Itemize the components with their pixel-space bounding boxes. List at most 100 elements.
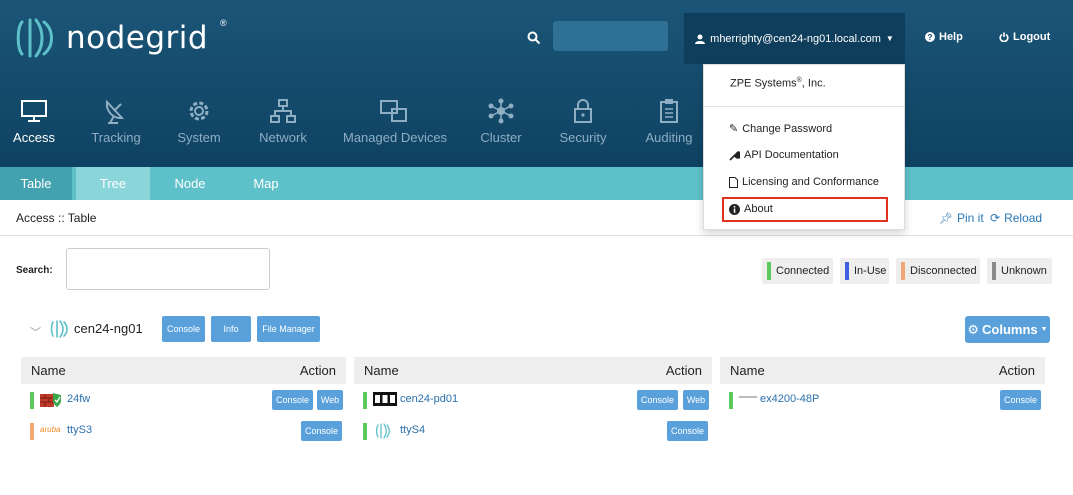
status-indicator <box>729 392 733 409</box>
nav-network[interactable]: Network <box>256 96 310 156</box>
nav-auditing-label: Auditing <box>645 130 693 145</box>
sub-tabs: Table Tree Node Map <box>0 167 1073 200</box>
console-button[interactable]: Console <box>667 421 708 441</box>
device-link-cen24-pd01[interactable]: cen24-pd01 <box>400 393 458 405</box>
nodegrid-logo[interactable]: nodegrid ® <box>14 16 227 60</box>
device-table-2: Name Action cen24-pd01 Console Web ttyS4… <box>354 357 712 446</box>
nav-auditing[interactable]: Auditing <box>644 96 694 156</box>
status-indicator <box>363 392 367 409</box>
help-link[interactable]: ? Help <box>925 31 963 43</box>
legend-in-use: In-Use <box>840 258 889 284</box>
nav-network-label: Network <box>259 130 307 145</box>
legend-swatch <box>901 262 905 280</box>
table-header: Name Action <box>354 357 712 384</box>
table-row: 24fw Console Web <box>21 384 346 415</box>
tab-tree[interactable]: Tree <box>76 167 150 200</box>
user-menu-label: mherrighty@cen24-ng01.local.com <box>710 32 881 45</box>
nodegrid-icon <box>376 423 390 439</box>
device-link-ttys4[interactable]: ttyS4 <box>400 424 425 436</box>
company-name-suffix: , Inc. <box>801 77 826 90</box>
web-button[interactable]: Web <box>317 390 343 410</box>
search-input[interactable] <box>66 248 270 290</box>
nav-access-label: Access <box>13 130 55 145</box>
pin-it-label: Pin it <box>956 211 984 225</box>
search-label: Search: <box>16 265 53 276</box>
table-row: ex4200-48P Console <box>720 384 1045 415</box>
legend-unknown: Unknown <box>987 258 1052 284</box>
console-button[interactable]: Console <box>637 390 678 410</box>
nav-tracking[interactable]: Tracking <box>88 96 144 156</box>
nav-managed-devices[interactable]: Managed Devices <box>343 96 447 156</box>
device-link-ttys3[interactable]: ttyS3 <box>67 424 92 436</box>
console-button[interactable]: Console <box>1000 390 1041 410</box>
pdu-icon <box>373 392 397 406</box>
tab-node[interactable]: Node <box>154 167 226 200</box>
nav-security-label: Security <box>559 130 607 145</box>
dropdown-divider <box>704 106 904 107</box>
legend-disconnected: Disconnected <box>896 258 980 284</box>
logo-registered-mark: ® <box>220 18 227 28</box>
device-console-button[interactable]: Console <box>162 316 205 342</box>
tab-map[interactable]: Map <box>230 167 302 200</box>
user-menu-button[interactable]: mherrighty@cen24-ng01.local.com ▼ <box>684 13 905 64</box>
firewall-icon <box>40 393 61 407</box>
devices-icon <box>380 100 407 122</box>
gear-icon: ⚙ <box>967 321 980 337</box>
nav-access[interactable]: Access <box>12 96 56 156</box>
about-highlight-box <box>722 197 888 222</box>
api-documentation-item[interactable]: API Documentation <box>729 149 839 161</box>
change-password-item[interactable]: ✎ Change Password <box>729 122 833 136</box>
device-table-1: Name Action 24fw Console Web aruba ttyS3… <box>21 357 346 446</box>
user-dropdown-menu: ZPE Systems®, Inc. ✎ Change Password API… <box>703 64 905 230</box>
web-button[interactable]: Web <box>683 390 709 410</box>
question-icon: ? <box>925 32 935 42</box>
device-link-24fw[interactable]: 24fw <box>67 393 90 405</box>
name-column-header: Name <box>364 363 399 378</box>
device-info-button[interactable]: Info <box>211 316 251 342</box>
svg-text:?: ? <box>928 33 933 42</box>
company-name-text: ZPE Systems <box>730 77 797 90</box>
nav-security[interactable]: Security <box>559 96 607 156</box>
legend-label: Unknown <box>1001 265 1047 277</box>
cluster-icon <box>488 98 514 124</box>
collapse-chevron-icon[interactable]: ﹀ <box>30 324 41 340</box>
nav-cluster[interactable]: Cluster <box>478 96 524 156</box>
nav-cluster-label: Cluster <box>480 130 522 145</box>
device-file-manager-button[interactable]: File Manager <box>257 316 320 342</box>
status-indicator <box>30 423 34 440</box>
lock-icon <box>574 99 592 123</box>
refresh-icon: ⟳ <box>990 211 1001 225</box>
clipboard-icon <box>660 99 678 123</box>
logout-link[interactable]: Logout <box>999 31 1050 43</box>
console-button[interactable]: Console <box>272 390 313 410</box>
file-icon <box>729 176 738 188</box>
table-row: aruba ttyS3 Console <box>21 415 346 446</box>
nodegrid-device-icon <box>50 320 68 338</box>
legend-swatch <box>767 262 771 280</box>
change-password-label: Change Password <box>742 122 833 135</box>
search-icon[interactable] <box>527 31 541 45</box>
tab-table[interactable]: Table <box>0 167 72 200</box>
caret-down-icon: ▼ <box>1040 326 1048 333</box>
nav-system[interactable]: System <box>176 96 222 156</box>
power-icon <box>999 32 1009 42</box>
name-column-header: Name <box>730 363 765 378</box>
pin-it-link[interactable]: 📌︎ Pin it <box>939 211 984 225</box>
breadcrumb-bar: Access :: Table 📌︎ Pin it ⟳ Reload <box>0 200 1073 236</box>
reload-link[interactable]: ⟳ Reload <box>990 211 1042 225</box>
breadcrumb: Access :: Table <box>16 211 97 225</box>
console-button[interactable]: Console <box>301 421 342 441</box>
nav-tracking-label: Tracking <box>91 130 141 145</box>
reload-label: Reload <box>1004 211 1043 225</box>
device-link-ex4200-48p[interactable]: ex4200-48P <box>760 393 819 405</box>
nodegrid-logo-icon <box>16 18 53 58</box>
table-header: Name Action <box>21 357 346 384</box>
licensing-item[interactable]: Licensing and Conformance <box>729 176 879 188</box>
legend-label: Connected <box>776 265 830 277</box>
juniper-logo <box>739 396 757 398</box>
api-documentation-label: API Documentation <box>744 149 839 161</box>
legend-label: Disconnected <box>910 265 977 277</box>
columns-button[interactable]: ⚙ Columns ▼ <box>965 316 1050 343</box>
legend-swatch <box>845 262 849 280</box>
global-search-input[interactable] <box>553 21 668 51</box>
